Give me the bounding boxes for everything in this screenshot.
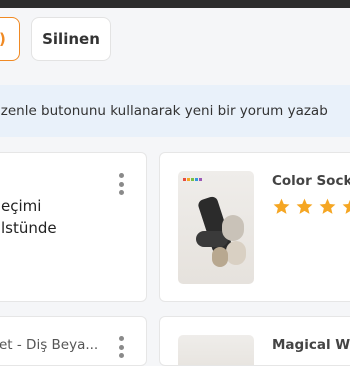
product-title[interactable]: Color Socks (272, 173, 350, 189)
more-vertical-icon[interactable] (118, 336, 124, 358)
tab-active-label: ) (0, 30, 6, 48)
product-title[interactable]: Magical Whit (272, 337, 350, 353)
product-image[interactable] (178, 171, 254, 284)
review-text-line: eçimi (1, 197, 42, 215)
top-bar (0, 0, 350, 8)
star-rating (272, 197, 350, 216)
tab-deleted[interactable]: Silinen (31, 17, 111, 61)
product-card: Color Socks (159, 152, 350, 302)
review-text-line: lstünde (1, 219, 57, 237)
product-title[interactable]: et - Diş Beya... (0, 337, 98, 353)
star-icon (341, 197, 350, 216)
tab-deleted-label: Silinen (42, 30, 100, 48)
review-text: eçimi lstünde (1, 195, 57, 239)
product-image[interactable] (178, 335, 254, 365)
star-icon (272, 197, 291, 216)
product-card: et - Diş Beya... (0, 316, 147, 366)
star-icon (318, 197, 337, 216)
tab-active[interactable]: ) (0, 17, 20, 61)
product-card: Magical Whit (159, 316, 350, 366)
info-banner-text: izenle butonunu kullanarak yeni bir yoru… (0, 103, 328, 119)
more-vertical-icon[interactable] (118, 173, 124, 195)
star-icon (295, 197, 314, 216)
review-card: eçimi lstünde (0, 152, 147, 302)
info-banner: izenle butonunu kullanarak yeni bir yoru… (0, 85, 350, 137)
